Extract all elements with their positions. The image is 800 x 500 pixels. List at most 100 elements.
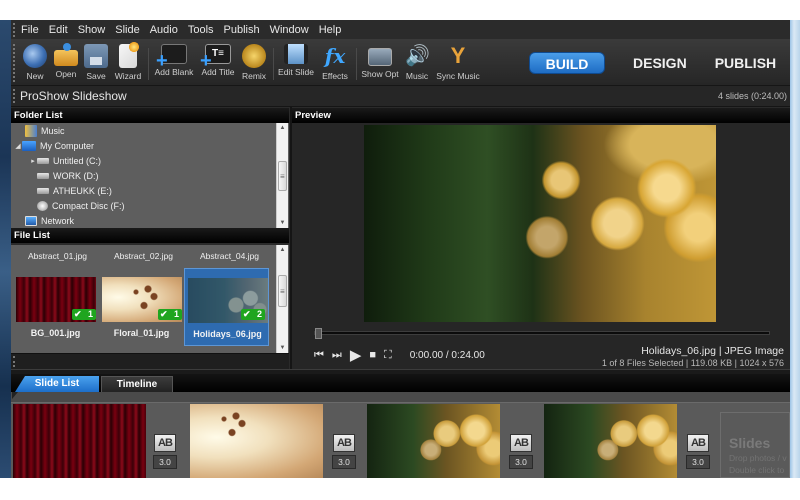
desktop-background-left: [0, 20, 11, 478]
menu-publish[interactable]: Publish: [224, 24, 260, 36]
menu-show[interactable]: Show: [78, 24, 106, 36]
file-label: Holidays_06.jpg: [193, 329, 262, 339]
transition-ab-icon[interactable]: AB: [154, 434, 176, 452]
open-folder-icon: [54, 43, 78, 66]
file-item-holidays-06[interactable]: 2 Holidays_06.jpg: [184, 268, 269, 346]
scroll-up-icon[interactable]: ▲: [277, 245, 288, 255]
slide-drop-zone[interactable]: Slides Drop photos / v Double click to: [720, 412, 790, 478]
scroll-thumb[interactable]: [278, 161, 287, 191]
scroll-down-icon[interactable]: ▼: [277, 343, 288, 353]
drive-icon: [37, 187, 49, 194]
slide-thumbnail[interactable]: [544, 404, 677, 478]
remix-label: Remix: [241, 71, 267, 81]
folder-list-scrollbar[interactable]: ▲ ▼: [276, 123, 288, 228]
menu-window[interactable]: Window: [270, 24, 309, 36]
slide-duration[interactable]: 3.0: [686, 455, 710, 469]
tab-slide-list[interactable]: Slide List: [15, 376, 99, 392]
tree-item-drive-d[interactable]: WORK (D:): [37, 168, 99, 183]
slide-duration[interactable]: 3.0: [153, 455, 177, 469]
network-icon: [25, 215, 37, 226]
toolbar-separator: [356, 48, 357, 80]
menu-tools[interactable]: Tools: [188, 24, 214, 36]
scroll-thumb[interactable]: [278, 275, 287, 307]
transition-control[interactable]: AB 3.0: [332, 434, 356, 474]
transition-control[interactable]: AB 3.0: [686, 434, 710, 474]
selected-file-name: Holidays_06.jpg | JPEG Image: [641, 345, 784, 357]
open-button[interactable]: Open: [51, 42, 81, 84]
tree-item-drive-f[interactable]: Compact Disc (F:): [37, 198, 125, 213]
drive-icon: [37, 157, 49, 164]
tree-item-drive-e[interactable]: ATHEUKK (E:): [37, 183, 112, 198]
menubar-grip[interactable]: [13, 23, 16, 37]
slide-thumbnail[interactable]: [13, 404, 146, 478]
show-title: ProShow Slideshow: [20, 89, 127, 103]
slide-thumbnail[interactable]: [190, 404, 323, 478]
transition-ab-icon[interactable]: AB: [687, 434, 709, 452]
effects-fx-icon: fx: [324, 44, 346, 68]
drop-zone-hint: Drop photos / v: [729, 453, 787, 463]
tree-item-network[interactable]: Network: [25, 213, 74, 228]
timecode: 0:00.00 / 0:24.00: [409, 349, 485, 361]
computer-icon: [22, 140, 36, 151]
next-slide-icon[interactable]: ⏭: [332, 349, 342, 362]
previous-slide-icon[interactable]: ⏮: [314, 349, 324, 362]
tree-item-music[interactable]: Music: [25, 123, 65, 138]
sync-music-label: Sync Music: [436, 71, 480, 81]
file-name[interactable]: Abstract_02.jpg: [101, 251, 186, 261]
playback-scrubber[interactable]: [314, 328, 770, 339]
selected-file-details: 1 of 8 Files Selected | 119.08 KB | 1024…: [601, 358, 784, 368]
remix-button[interactable]: Remix: [239, 42, 269, 84]
expand-arrow-icon[interactable]: ◢: [14, 142, 22, 150]
tree-item-drive-c[interactable]: ▸ Untitled (C:): [29, 153, 101, 168]
edit-slide-button[interactable]: Edit Slide: [276, 42, 316, 84]
mode-build-tab[interactable]: BUILD: [529, 52, 605, 74]
menu-file[interactable]: File: [21, 24, 39, 36]
add-title-button[interactable]: T≡ Add Title: [198, 42, 238, 84]
toolbar-grip[interactable]: [13, 44, 16, 82]
transition-ab-icon[interactable]: AB: [510, 434, 532, 452]
menu-audio[interactable]: Audio: [150, 24, 178, 36]
collapse-arrow-icon[interactable]: ▸: [29, 157, 37, 165]
transition-control[interactable]: AB 3.0: [153, 434, 177, 474]
toolbar-separator: [148, 48, 149, 80]
menu-edit[interactable]: Edit: [49, 24, 68, 36]
play-icon[interactable]: ▶: [350, 346, 362, 364]
transport-controls: ⏮ ⏭ ▶ ■ ⛶ 0:00.00 / 0:24.00: [314, 346, 485, 364]
preview-image[interactable]: [364, 125, 716, 322]
file-list-scrollbar[interactable]: ▲ ▼: [276, 245, 288, 353]
scrubber-handle[interactable]: [315, 328, 322, 339]
folder-tree: Music ◢ My Computer ▸ Untitled (C:) WORK…: [11, 123, 289, 228]
mode-publish-tab[interactable]: PUBLISH: [715, 55, 776, 71]
transition-ab-icon[interactable]: AB: [333, 434, 355, 452]
save-label: Save: [86, 71, 106, 81]
file-name[interactable]: Abstract_04.jpg: [187, 251, 272, 261]
menu-help[interactable]: Help: [319, 24, 342, 36]
scroll-up-icon[interactable]: ▲: [277, 123, 288, 133]
slide-duration[interactable]: 3.0: [509, 455, 533, 469]
wizard-button[interactable]: Wizard: [111, 42, 145, 84]
stop-icon[interactable]: ■: [369, 349, 376, 361]
fullscreen-icon[interactable]: ⛶: [384, 349, 392, 362]
file-item-bg-001[interactable]: 1 BG_001.jpg: [13, 268, 98, 346]
mode-design-tab[interactable]: DESIGN: [633, 55, 687, 71]
file-name[interactable]: Abstract_01.jpg: [15, 251, 100, 261]
slides-count: 4 slides (0:24.00): [717, 91, 787, 101]
add-blank-button[interactable]: Add Blank: [151, 42, 197, 84]
slide-thumbnail[interactable]: [367, 404, 500, 478]
save-button[interactable]: Save: [82, 42, 110, 84]
transition-control[interactable]: AB 3.0: [509, 434, 533, 474]
scroll-down-icon[interactable]: ▼: [277, 218, 288, 228]
music-folder-icon: [25, 124, 37, 137]
wizard-wand-icon: [119, 42, 139, 68]
selected-file-info: Holidays_06.jpg | JPEG Image 1 of 8 File…: [602, 345, 784, 368]
slide-duration[interactable]: 3.0: [332, 455, 356, 469]
tab-timeline[interactable]: Timeline: [101, 376, 173, 392]
tree-item-my-computer[interactable]: ◢ My Computer: [14, 138, 94, 153]
sync-music-button[interactable]: Y Sync Music: [434, 42, 482, 84]
new-button[interactable]: New: [20, 42, 50, 84]
menu-slide[interactable]: Slide: [115, 24, 139, 36]
show-options-button[interactable]: Show Opt: [359, 42, 401, 84]
music-button[interactable]: 🔊 Music: [403, 42, 431, 84]
file-item-floral-01[interactable]: 1 Floral_01.jpg: [99, 268, 184, 346]
effects-button[interactable]: fx Effects: [318, 42, 352, 84]
